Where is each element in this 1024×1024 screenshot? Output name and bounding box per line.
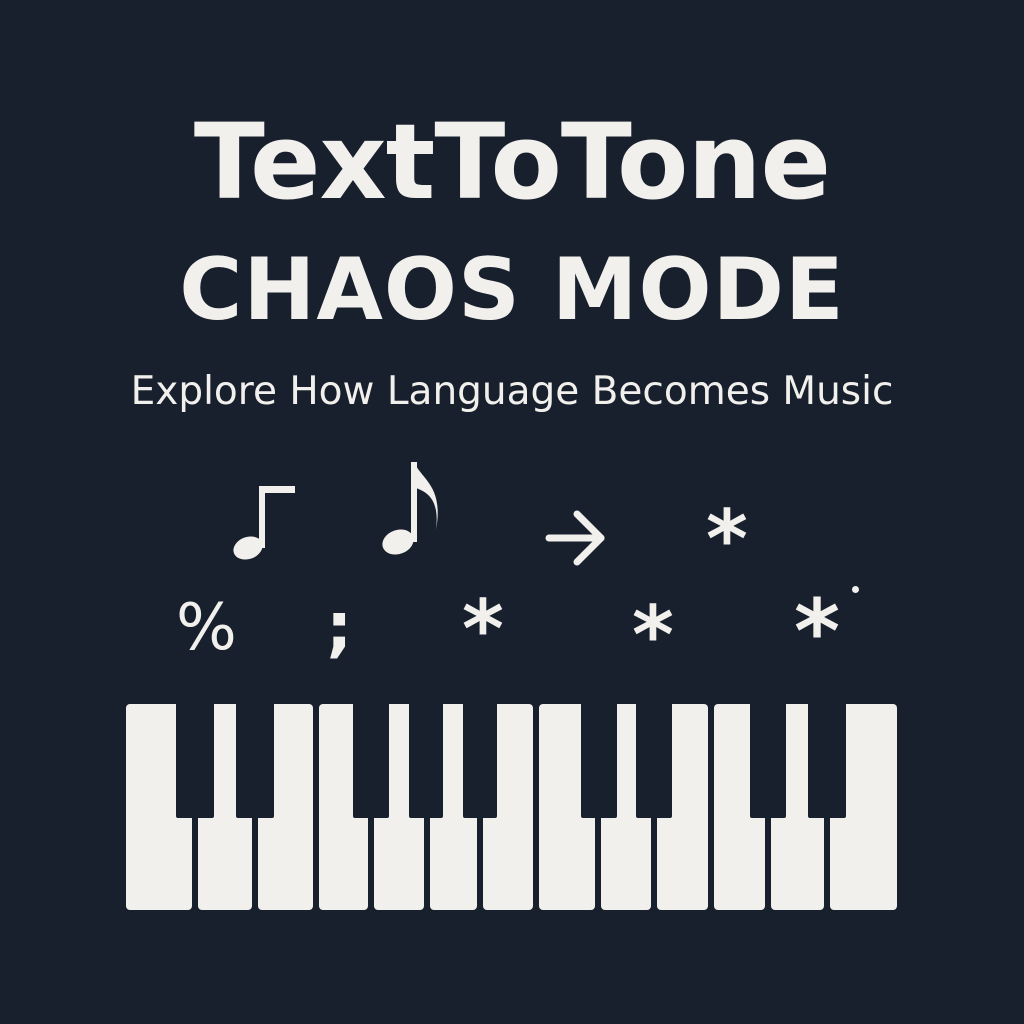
piano-black-key[interactable] <box>176 704 214 818</box>
piano-black-key[interactable] <box>353 704 389 818</box>
piano-black-key[interactable] <box>463 704 497 818</box>
piano-black-key[interactable] <box>236 704 274 818</box>
piano-black-key[interactable] <box>581 704 617 818</box>
piano-black-key[interactable] <box>750 704 786 818</box>
piano-black-key[interactable] <box>409 704 443 818</box>
piano-black-key[interactable] <box>636 704 672 818</box>
piano-black-key[interactable] <box>808 704 846 818</box>
piano-keyboard <box>0 0 1024 1024</box>
